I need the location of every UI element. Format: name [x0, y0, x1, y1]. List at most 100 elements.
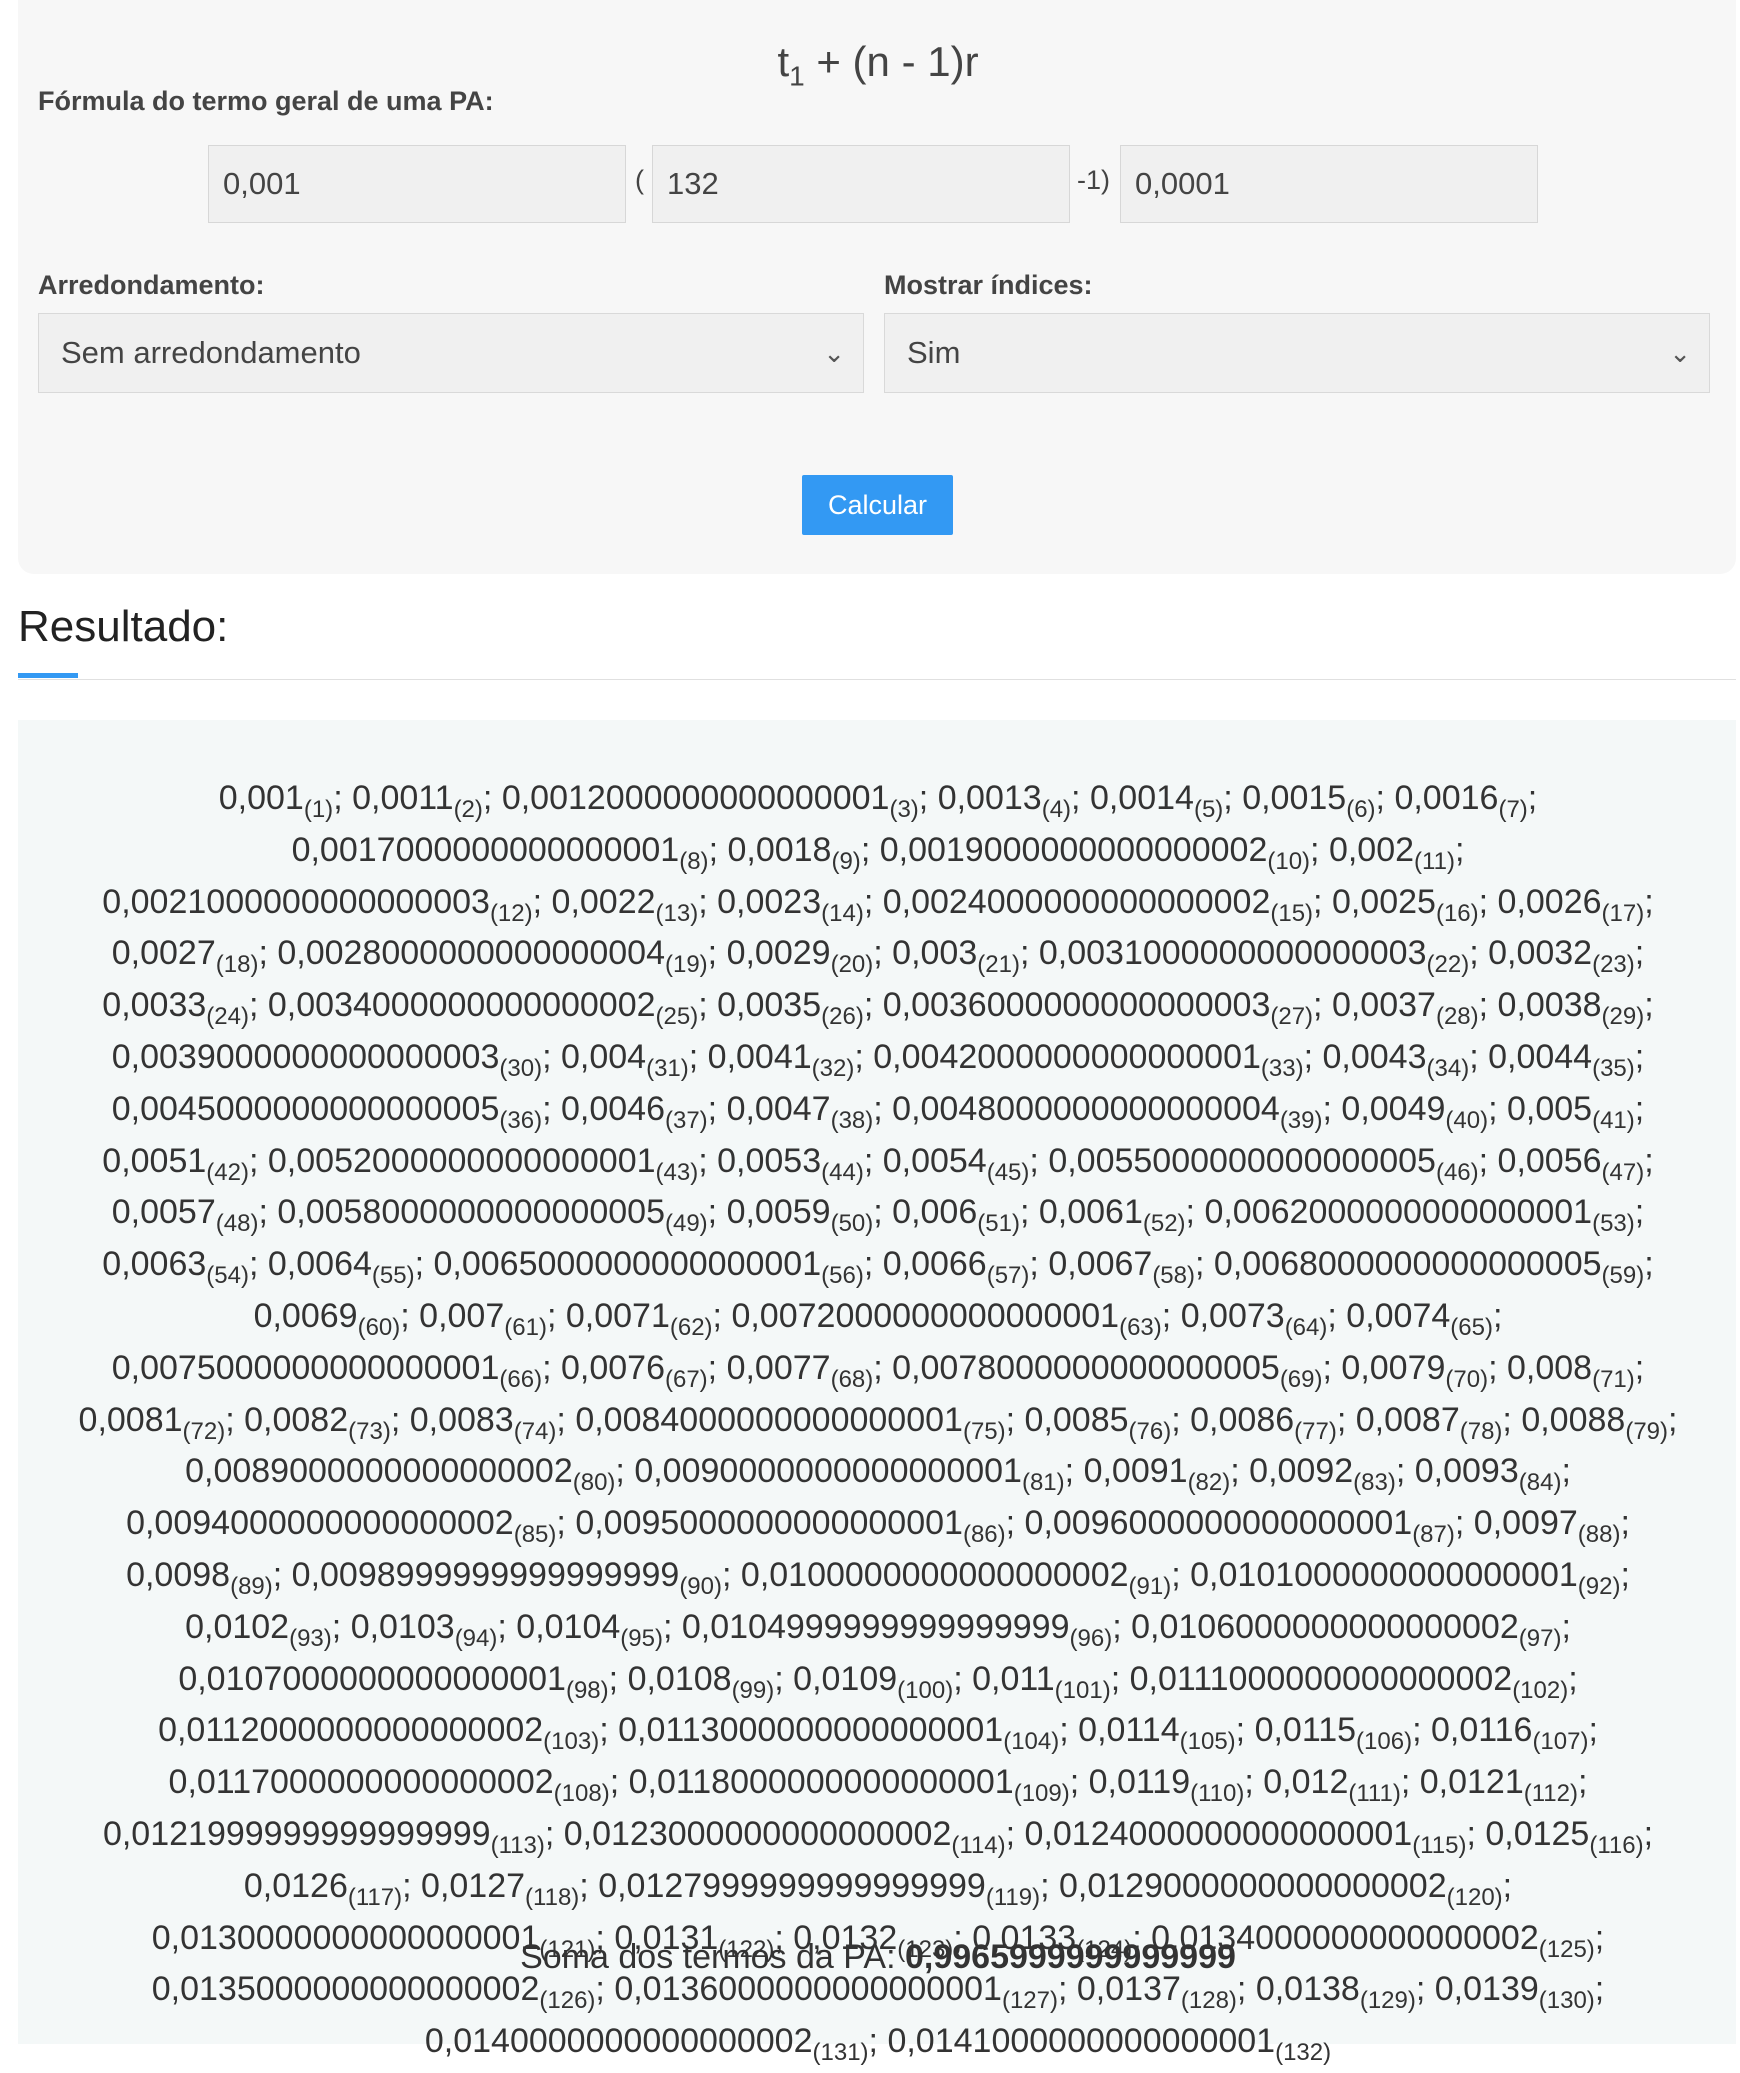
term-index: (129) — [1359, 1987, 1416, 2015]
term-value: 0,0027 — [111, 934, 216, 973]
term-index: (72) — [182, 1417, 226, 1445]
sequence-term: 0,0063(54) — [102, 1245, 249, 1289]
term-index: (61) — [504, 1313, 547, 1341]
sequence-term: 0,0042000000000000001(33) — [873, 1038, 1303, 1082]
term-index: (64) — [1284, 1313, 1328, 1341]
sequence-term: 0,0065000000000000001(56) — [433, 1245, 863, 1289]
sequence-term: 0,0041(32) — [708, 1038, 855, 1082]
term-index: (35) — [1592, 1054, 1635, 1082]
sequence-term: 0,0039000000000000003(30) — [111, 1037, 542, 1082]
term-index: (42) — [206, 1158, 249, 1186]
term-value: 0,0039000000000000003 — [111, 1037, 500, 1076]
term-value: 0,0078000000000000005 — [892, 1348, 1280, 1387]
term-value: 0,0048000000000000004 — [892, 1089, 1280, 1128]
sequence-term: 0,0018(9) — [727, 831, 860, 875]
sequence-term: 0,0084000000000000001(75) — [575, 1401, 1005, 1445]
term-index: (93) — [289, 1624, 332, 1652]
sequence-term: 0,0092(83) — [1249, 1452, 1396, 1496]
sequence-term: 0,0086(77) — [1190, 1400, 1337, 1445]
term-value: 0,0044 — [1488, 1037, 1593, 1076]
term-index: (81) — [1021, 1469, 1065, 1497]
sequence-term: 0,0077(68) — [727, 1349, 874, 1393]
term-value: 0,0049 — [1341, 1089, 1446, 1128]
term-index: (38) — [830, 1106, 874, 1134]
term-value: 0,0016 — [1394, 779, 1499, 817]
sequence-term: 0,0091(82) — [1084, 1452, 1231, 1496]
sequence-term: 0,0076(67) — [561, 1349, 708, 1393]
term-index: (82) — [1187, 1469, 1231, 1497]
term-index: (131) — [812, 2038, 869, 2066]
sequence-term: 0,0098(89) — [126, 1556, 273, 1600]
chevron-down-icon: ⌄ — [823, 338, 845, 368]
term-index: (115) — [1412, 1831, 1467, 1859]
first-term-input[interactable] — [208, 145, 626, 223]
term-value: 0,0066 — [882, 1245, 987, 1284]
indices-value: Sim — [907, 335, 961, 370]
rounding-select[interactable]: Sem arredondamento ⌄ — [38, 313, 864, 393]
term-index: (31) — [646, 1054, 689, 1082]
sequence-term: 0,0101000000000000001(92) — [1190, 1556, 1620, 1600]
term-value: 0,0013 — [937, 779, 1042, 817]
term-index: (58) — [1152, 1261, 1195, 1289]
term-value: 0,0112000000000000002 — [158, 1711, 544, 1750]
term-index: (37) — [664, 1106, 708, 1134]
term-value: 0,0093 — [1414, 1452, 1519, 1491]
sequence-term: 0,0031000000000000003(22) — [1039, 934, 1469, 978]
term-value: 0,0089000000000000002 — [185, 1452, 573, 1491]
sequence-term: 0,004(31) — [561, 1038, 689, 1082]
term-index: (111) — [1348, 1779, 1401, 1807]
sequence-term: 0,0107000000000000001(98) — [178, 1660, 608, 1704]
indices-select[interactable]: Sim ⌄ — [884, 313, 1710, 393]
term-index: (5) — [1193, 795, 1224, 823]
term-value: 0,0092 — [1249, 1452, 1354, 1491]
sequence-term: 0,0108(99) — [628, 1660, 775, 1704]
term-value: 0,0124000000000000001 — [1024, 1814, 1413, 1853]
term-value: 0,0086 — [1190, 1400, 1295, 1439]
term-value: 0,0116 — [1430, 1711, 1533, 1750]
term-value: 0,0088 — [1521, 1400, 1626, 1439]
term-value: 0,0119 — [1088, 1763, 1191, 1802]
ratio-input[interactable] — [1120, 145, 1538, 223]
formula-label: Fórmula do termo geral de uma PA: — [38, 86, 494, 116]
sequence-term: 0,0085(76) — [1025, 1401, 1172, 1445]
open-paren: ( — [635, 165, 644, 195]
sequence-term: 0,0054(45) — [883, 1142, 1030, 1186]
term-index: (56) — [821, 1261, 864, 1289]
sequence-term: 0,0075000000000000001(66) — [112, 1349, 542, 1393]
term-index: (118) — [525, 1883, 580, 1911]
term-value: 0,0037 — [1331, 986, 1436, 1025]
term-index: (15) — [1270, 899, 1314, 927]
term-index: (2) — [453, 795, 483, 823]
term-value: 0,0090000000000000001 — [634, 1452, 1022, 1491]
term-value: 0,0100000000000000002 — [740, 1555, 1129, 1594]
sequence-term: 0,0125(116) — [1485, 1815, 1643, 1859]
sequence-term: 0,0052000000000000001(43) — [268, 1142, 698, 1186]
term-value: 0,0127 — [421, 1866, 526, 1905]
term-value: 0,0069 — [253, 1296, 358, 1335]
sequence-term: 0,0079(70) — [1341, 1349, 1488, 1393]
term-value: 0,0034000000000000002 — [267, 986, 656, 1025]
term-index: (11) — [1414, 847, 1455, 875]
term-value: 0,0097 — [1473, 1504, 1578, 1543]
term-index: (65) — [1450, 1313, 1493, 1341]
sequence-term: 0,002(11) — [1329, 831, 1455, 875]
term-index: (14) — [821, 899, 864, 927]
term-value: 0,0063 — [102, 1245, 207, 1284]
term-value: 0,0109 — [793, 1659, 898, 1698]
sequence-term: 0,0115(106) — [1255, 1711, 1413, 1755]
sequence-term: 0,0061(52) — [1039, 1193, 1186, 1237]
term-index: (71) — [1592, 1365, 1635, 1393]
term-value: 0,0029 — [726, 934, 831, 973]
result-title: Resultado: — [18, 602, 229, 651]
sequence-term: 0,0104999999999999999(96) — [682, 1608, 1112, 1652]
term-index: (127) — [1001, 1987, 1058, 2015]
term-value: 0,0045000000000000005 — [111, 1089, 500, 1128]
term-index: (12) — [489, 899, 533, 927]
term-index: (91) — [1128, 1572, 1172, 1600]
sequence-term: 0,0056(47) — [1498, 1142, 1645, 1186]
sequence-terms: 0,001(1); 0,0011(2); 0,00120000000000000… — [78, 779, 1678, 2066]
term-index: (20) — [830, 951, 874, 979]
calculate-button[interactable]: Calcular — [802, 475, 953, 535]
sequence-term: 0,0032(23) — [1488, 934, 1635, 978]
n-input[interactable] — [652, 145, 1070, 223]
